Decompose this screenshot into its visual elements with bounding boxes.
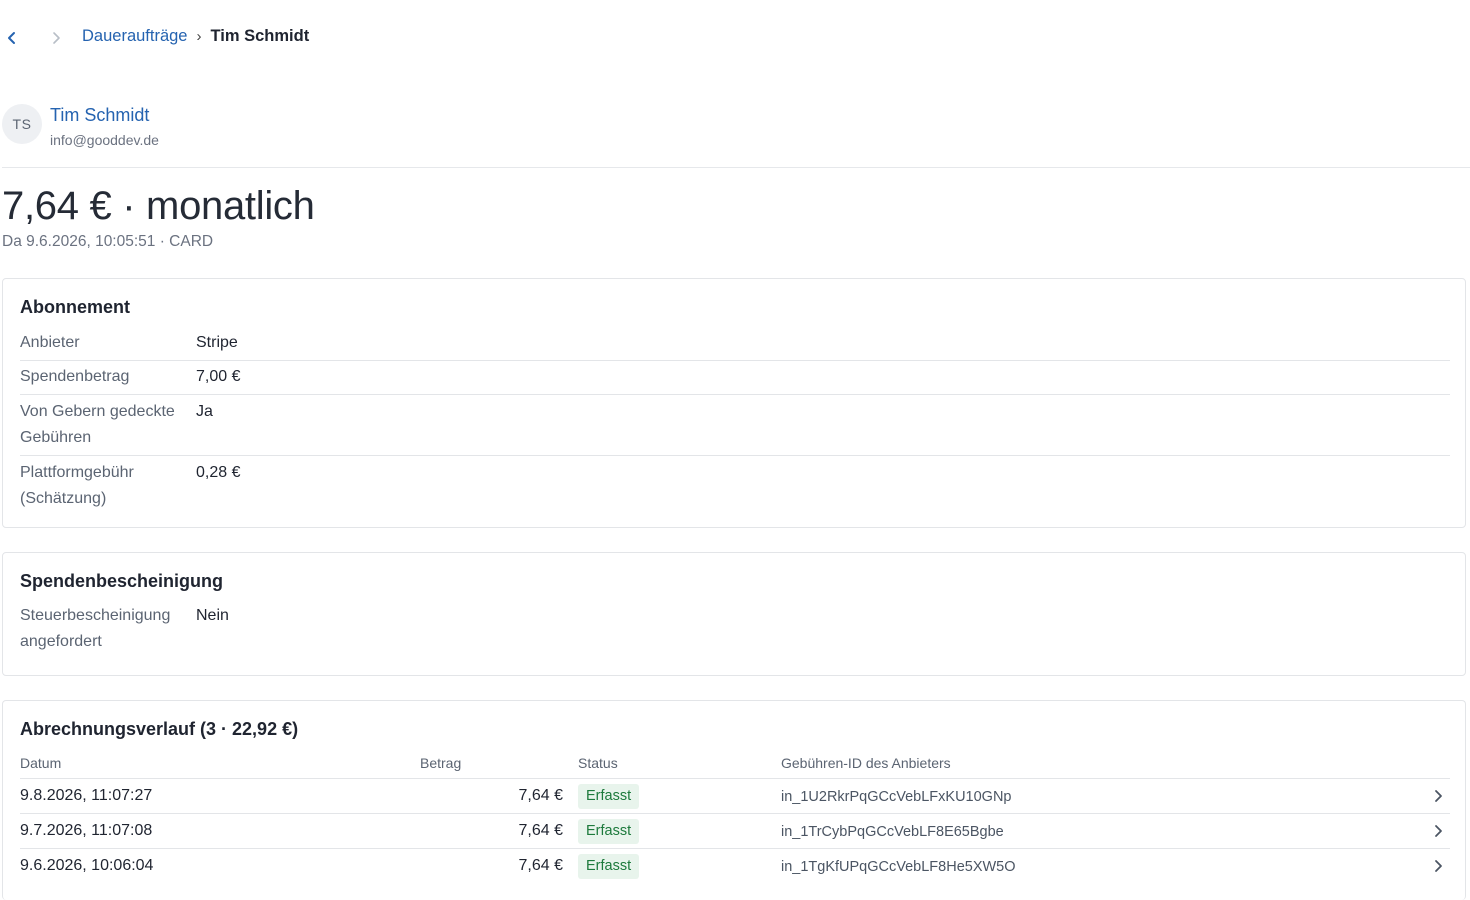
row-date: 9.7.2026, 11:07:08: [20, 822, 153, 839]
avatar: TS: [2, 104, 42, 144]
table-header: Datum Betrag Status Gebühren-ID des Anbi…: [20, 753, 1450, 779]
back-button[interactable]: [0, 26, 24, 50]
detail-key: Anbieter: [20, 334, 80, 351]
detail-key: Von Gebern gedeckte Gebühren: [20, 403, 175, 446]
row-amount: 7,64 €: [518, 787, 563, 804]
detail-value: Nein: [196, 607, 229, 624]
chevron-left-icon: [8, 32, 15, 44]
subscription-card-title: Abonnement: [20, 297, 130, 317]
detail-value: 7,00 €: [196, 368, 241, 385]
table-row[interactable]: 9.6.2026, 10:06:04 7,64 € Erfasst in_1Tg…: [20, 849, 1450, 884]
breadcrumb-current: Tim Schmidt: [210, 27, 310, 45]
column-header-status: Status: [578, 755, 618, 771]
status-badge: Erfasst: [578, 784, 640, 809]
table-row[interactable]: 9.7.2026, 11:07:08 7,64 € Erfasst in_1Tr…: [20, 814, 1450, 849]
chevron-right-icon: [1435, 825, 1442, 837]
detail-row-donation-amount: Spendenbetrag 7,00 €: [20, 364, 1450, 395]
row-provider-id: in_1U2RkrPqGCcVebLFxKU10GNp: [781, 789, 1012, 805]
detail-key: Spendenbetrag: [20, 368, 130, 385]
donor-email: info@gooddev.de: [50, 132, 159, 148]
donor-name-link[interactable]: Tim Schmidt: [50, 105, 149, 126]
donor-header: TS Tim Schmidt info@gooddev.de: [2, 104, 1470, 168]
detail-value: Stripe: [196, 334, 238, 351]
detail-row-platform-fee: Plattformgebühr (Schätzung) 0,28 €: [20, 460, 1450, 517]
row-provider-id: in_1TrCybPqGCcVebLF8E65Bgbe: [781, 824, 1004, 840]
detail-key: Steuerbescheinigung angefordert: [20, 607, 171, 650]
column-header-date: Datum: [20, 755, 62, 771]
detail-row-fees-covered: Von Gebern gedeckte Gebühren Ja: [20, 399, 1450, 456]
detail-row-provider: Anbieter Stripe: [20, 330, 1450, 361]
detail-value: 0,28 €: [196, 464, 241, 481]
top-bar: Daueraufträge › Tim Schmidt: [0, 0, 1470, 74]
row-amount: 7,64 €: [518, 822, 563, 839]
status-badge: Erfasst: [578, 854, 640, 879]
breadcrumb: Daueraufträge › Tim Schmidt: [82, 27, 309, 46]
receipt-card: Spendenbescheinigung Steuerbescheinigung…: [2, 552, 1466, 676]
page-subtitle: Da 9.6.2026, 10:05:51 · CARD: [2, 233, 214, 250]
billing-history-card: Abrechnungsverlauf (3 · 22,92 €) Datum B…: [2, 700, 1466, 900]
page-title: 7,64 € · monatlich: [2, 184, 315, 228]
breadcrumb-separator: ›: [196, 28, 202, 45]
chevron-right-icon: [1435, 860, 1442, 872]
chevron-right-icon: [1435, 790, 1442, 802]
row-date: 9.6.2026, 10:06:04: [20, 857, 154, 874]
detail-key: Plattformgebühr (Schätzung): [20, 464, 134, 507]
row-provider-id: in_1TgKfUPqGCcVebLF8He5XW5O: [781, 859, 1016, 875]
table-row[interactable]: 9.8.2026, 11:07:27 7,64 € Erfasst in_1U2…: [20, 779, 1450, 814]
row-amount: 7,64 €: [518, 857, 563, 874]
column-header-provider-id: Gebühren-ID des Anbieters: [781, 755, 951, 771]
row-date: 9.8.2026, 11:07:27: [20, 787, 153, 804]
billing-history-title: Abrechnungsverlauf (3 · 22,92 €): [20, 719, 299, 739]
detail-value: Ja: [196, 403, 213, 420]
breadcrumb-link-standing-orders[interactable]: Daueraufträge: [82, 27, 188, 46]
subscription-card: Abonnement Anbieter Stripe Spendenbetrag…: [2, 278, 1466, 528]
detail-row-tax-receipt: Steuerbescheinigung angefordert Nein: [20, 603, 1450, 660]
receipt-card-title: Spendenbescheinigung: [20, 571, 224, 591]
chevron-right-icon: [53, 32, 60, 44]
status-badge: Erfasst: [578, 819, 640, 844]
column-header-amount: Betrag: [420, 755, 462, 771]
forward-button[interactable]: [44, 26, 68, 50]
